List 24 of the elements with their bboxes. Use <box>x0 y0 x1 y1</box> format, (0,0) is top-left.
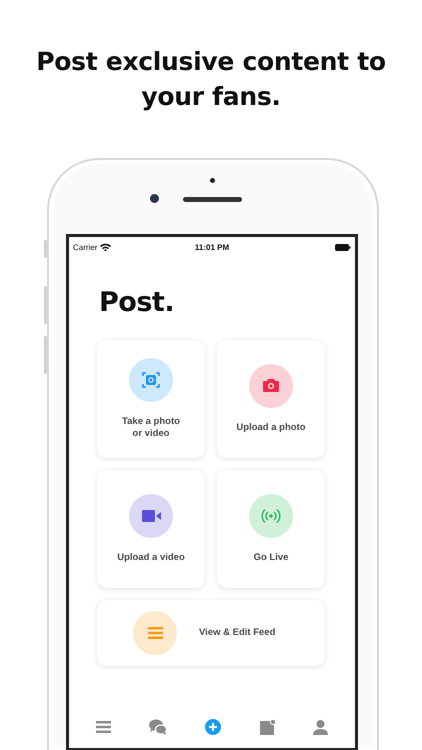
option-label: View & Edit Feed <box>199 626 276 640</box>
front-camera-icon <box>150 194 159 203</box>
post-option-card[interactable]: Upload a video <box>97 470 205 588</box>
sensor-icon <box>210 178 215 183</box>
headline: Post exclusive content to your fans. <box>35 46 387 113</box>
status-time: 11:01 PM <box>194 242 230 252</box>
post-option-card[interactable]: Upload a photo <box>217 340 325 458</box>
menu-icon[interactable] <box>96 721 112 733</box>
wifi-icon <box>100 243 112 251</box>
option-label: Take a photo or video <box>121 416 181 440</box>
chat-icon[interactable] <box>149 719 168 735</box>
option-label: Upload a video <box>116 552 186 564</box>
option-label: Go Live <box>252 552 290 564</box>
note-icon[interactable] <box>260 720 275 734</box>
speaker-icon <box>183 197 242 202</box>
post-option-card[interactable]: Take a photo or video <box>97 340 205 458</box>
profile-icon[interactable] <box>312 720 328 734</box>
carrier-label: Carrier <box>73 242 98 252</box>
battery-icon <box>335 244 351 250</box>
post-option-card[interactable]: Go Live <box>217 470 325 588</box>
feed-option-card[interactable]: View & Edit Feed <box>97 600 325 666</box>
option-label: Upload a photo <box>236 422 306 434</box>
add-icon[interactable] <box>205 719 222 735</box>
page-title: Post. <box>99 287 176 318</box>
